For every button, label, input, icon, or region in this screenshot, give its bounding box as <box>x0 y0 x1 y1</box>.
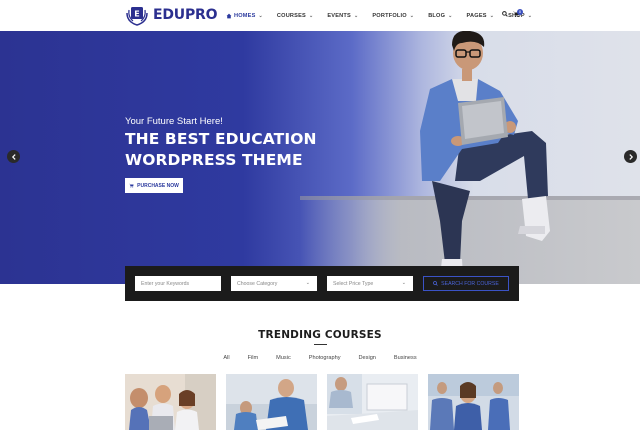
purchase-now-button[interactable]: PURCHASE NOW <box>125 178 183 193</box>
filter-photography[interactable]: Photography <box>309 355 341 361</box>
filter-business[interactable]: Business <box>394 355 417 361</box>
category-placeholder: Choose Category <box>237 280 278 287</box>
keywords-placeholder: Enter your Keywords <box>141 280 190 287</box>
chevron-down-icon: ⌄ <box>305 280 310 286</box>
nav-label: BLOG <box>428 12 446 19</box>
course-thumbnail[interactable] <box>327 374 418 430</box>
hero-title-line: WORDPRESS THEME <box>125 151 303 169</box>
section-title: TRENDING COURSES <box>258 329 382 341</box>
filter-all[interactable]: All <box>223 355 229 361</box>
search-icon <box>433 281 438 286</box>
nav-item-pages[interactable]: PAGES ⌄ <box>467 13 495 19</box>
home-icon <box>226 13 232 18</box>
course-thumbnail[interactable] <box>428 374 519 430</box>
category-select[interactable]: Choose Category ⌄ <box>231 276 317 291</box>
title-underline <box>314 344 327 345</box>
nav-label: PAGES <box>466 12 487 19</box>
chevron-down-icon: ⌄ <box>258 12 263 19</box>
chevron-down-icon: ⌄ <box>409 12 415 19</box>
chevron-down-icon: ⌄ <box>527 12 533 19</box>
course-filters: All Film Music Photography Design Busine… <box>0 355 640 361</box>
nav-item-events[interactable]: EVENTS ⌄ <box>327 13 358 19</box>
chevron-right-icon <box>628 153 633 160</box>
nav-item-homes[interactable]: HOMES ⌄ <box>226 13 263 19</box>
svg-text:E: E <box>134 10 139 19</box>
main-nav: HOMES ⌄ COURSES ⌄ EVENTS ⌄ PORTFOLIO ⌄ B… <box>224 0 532 31</box>
chevron-down-icon: ⌄ <box>489 12 495 19</box>
nav-label: EVENTS <box>327 12 351 19</box>
purchase-now-label: PURCHASE NOW <box>137 182 179 189</box>
cart-icon <box>129 183 134 188</box>
course-thumbnail[interactable] <box>125 374 216 430</box>
slider-next-button[interactable] <box>624 150 637 163</box>
site-logo[interactable]: E EDUPRO <box>125 4 217 26</box>
nav-item-portfolio[interactable]: PORTFOLIO ⌄ <box>372 13 414 19</box>
hero-title-line: THE BEST EDUCATION <box>125 130 317 148</box>
hero-title: THE BEST EDUCATION WORDPRESS THEME <box>125 129 317 171</box>
chevron-down-icon: ⌄ <box>448 12 453 19</box>
course-thumbnail[interactable] <box>226 374 317 430</box>
filter-music[interactable]: Music <box>276 355 291 361</box>
logo-text: EDUPRO <box>153 7 218 23</box>
search-icon[interactable] <box>502 11 508 17</box>
search-course-button[interactable]: SEARCH FOR COURSE <box>423 276 509 291</box>
hero-subtitle: Your Future Start Here! <box>125 116 223 127</box>
keywords-input[interactable]: Enter your Keywords <box>135 276 221 291</box>
nav-label: COURSES <box>276 12 306 19</box>
price-type-select[interactable]: Select Price Type ⌄ <box>327 276 413 291</box>
cart-count-badge: 0 <box>517 9 523 15</box>
chevron-down-icon: ⌄ <box>353 12 359 19</box>
search-course-label: SEARCH FOR COURSE <box>441 280 499 287</box>
nav-item-blog[interactable]: BLOG ⌄ <box>428 13 452 19</box>
nav-label: PORTFOLIO <box>372 12 407 19</box>
chevron-down-icon: ⌄ <box>308 12 314 19</box>
chevron-down-icon: ⌄ <box>401 280 406 286</box>
nav-item-courses[interactable]: COURSES ⌄ <box>277 13 313 19</box>
filter-film[interactable]: Film <box>248 355 259 361</box>
filter-design[interactable]: Design <box>359 355 376 361</box>
chevron-left-icon <box>11 153 16 160</box>
site-header: E EDUPRO HOMES ⌄ COURSES ⌄ EVENTS ⌄ PORT… <box>0 0 640 31</box>
price-placeholder: Select Price Type <box>333 280 374 287</box>
logo-badge-icon: E <box>126 7 148 26</box>
nav-label: HOMES <box>234 12 256 19</box>
hero-student-image <box>420 31 550 277</box>
slider-prev-button[interactable] <box>7 150 20 163</box>
hero-slider: Your Future Start Here! THE BEST EDUCATI… <box>0 31 640 284</box>
